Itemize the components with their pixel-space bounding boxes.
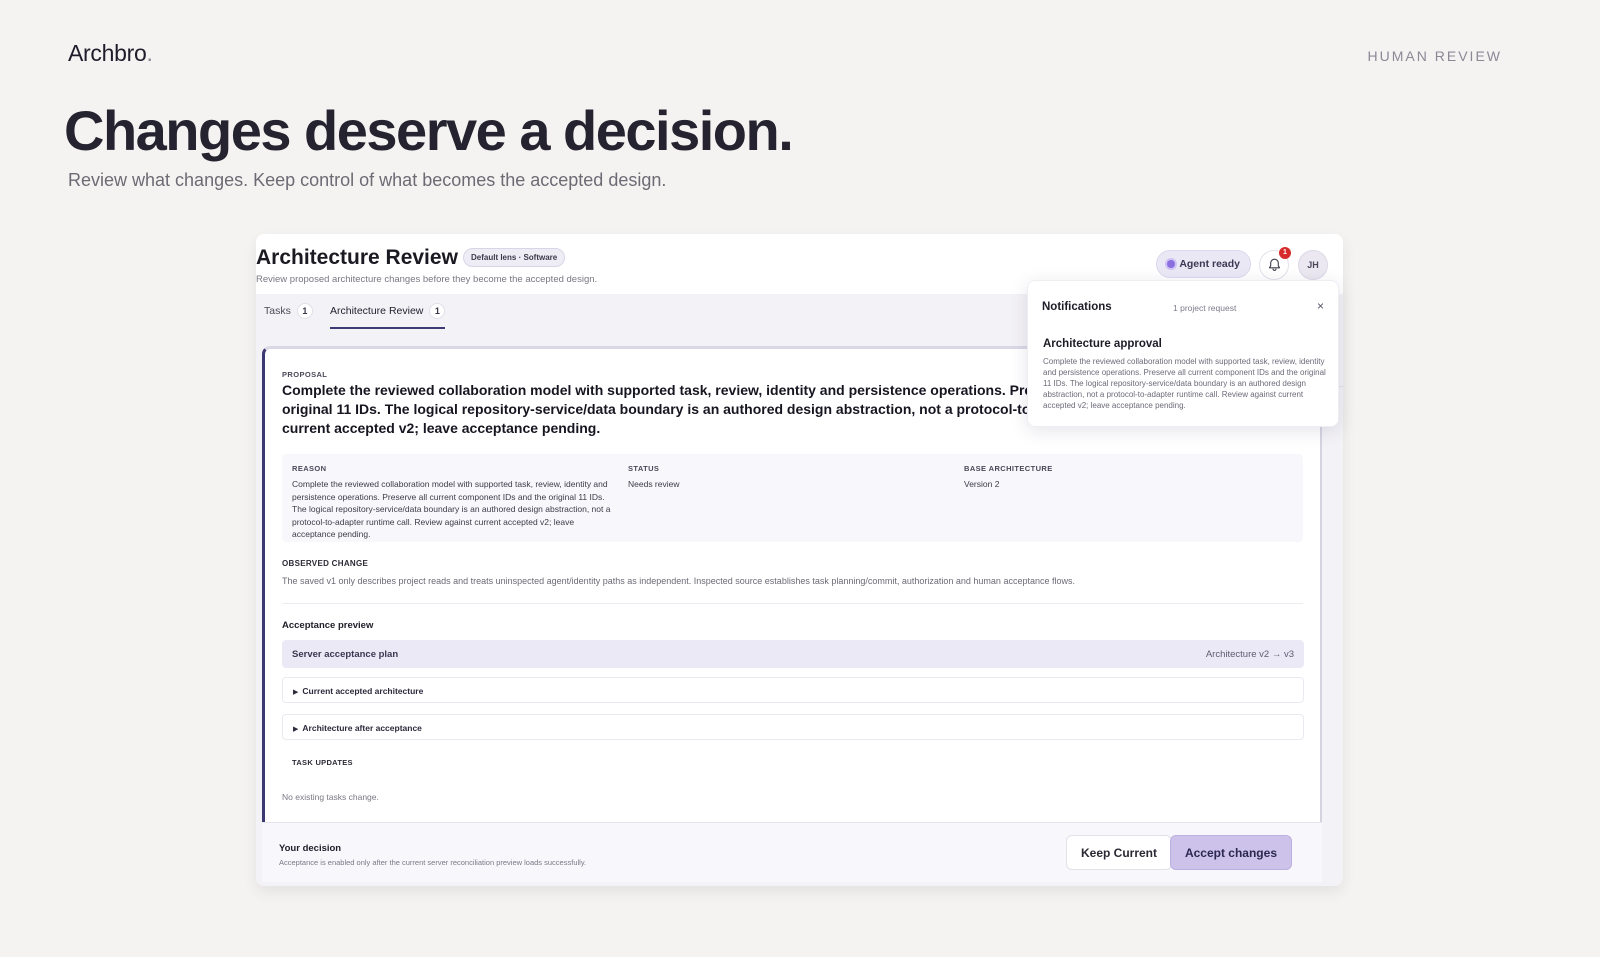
reason-label: REASON xyxy=(292,464,327,473)
notification-item-title[interactable]: Architecture approval xyxy=(1043,338,1162,350)
headline: Changes deserve a decision. xyxy=(64,99,794,162)
status-label: STATUS xyxy=(628,464,660,473)
brand-logo: Archbro. xyxy=(68,40,153,67)
status-value: Needs review xyxy=(628,479,680,489)
base-architecture-field: BASE ARCHITECTURE Version 2 xyxy=(964,464,1264,491)
page-subtitle: Review proposed architecture changes bef… xyxy=(256,274,598,285)
server-acceptance-plan: Server acceptance plan Architecture v2 →… xyxy=(282,640,1304,668)
notification-item-body: Complete the reviewed collaboration mode… xyxy=(1043,357,1326,410)
tab-label: Architecture Review xyxy=(330,305,424,317)
expander-label: Architecture after acceptance xyxy=(302,723,422,733)
close-icon[interactable]: × xyxy=(1317,300,1324,312)
proposal-label: PROPOSAL xyxy=(282,370,328,379)
lens-badge: Default lens · Software xyxy=(463,248,566,267)
page-title: Architecture Review xyxy=(256,246,458,269)
decision-title: Your decision xyxy=(279,843,342,854)
base-architecture-value: Version 2 xyxy=(964,479,1000,489)
acceptance-preview-title: Acceptance preview xyxy=(282,620,374,631)
tab-architecture-review[interactable]: Architecture Review 1 xyxy=(330,303,446,329)
reason-field: REASON Complete the reviewed collaborati… xyxy=(292,464,612,541)
observed-change-text: The saved v1 only describes project read… xyxy=(282,576,1075,586)
section-tag: HUMAN REVIEW xyxy=(1367,48,1502,64)
tab-count: 1 xyxy=(429,303,446,319)
keep-current-button[interactable]: Keep Current xyxy=(1065,835,1172,870)
decision-hint: Acceptance is enabled only after the cur… xyxy=(279,858,587,867)
status-field: STATUS Needs review xyxy=(628,464,928,491)
notification-count-badge: 1 xyxy=(1279,247,1291,259)
proposal-meta: REASON Complete the reviewed collaborati… xyxy=(282,454,1303,542)
agent-status-pill[interactable]: Agent ready xyxy=(1156,250,1251,278)
task-updates-label: TASK UPDATES xyxy=(292,758,353,767)
reason-value: Complete the reviewed collaboration mode… xyxy=(292,479,611,539)
avatar[interactable]: JH xyxy=(1298,250,1328,280)
caret-right-icon: ▶ xyxy=(293,726,299,733)
after-acceptance-expander[interactable]: ▶ Architecture after acceptance xyxy=(282,714,1304,740)
subhead: Review what changes. Keep control of wha… xyxy=(68,170,667,190)
base-architecture-label: BASE ARCHITECTURE xyxy=(964,464,1053,473)
expander-label: Current accepted architecture xyxy=(302,686,424,696)
tab-label: Tasks xyxy=(264,305,291,317)
brand-dot: . xyxy=(146,40,153,66)
brand-name: Archbro xyxy=(68,40,147,66)
notifications-title: Notifications xyxy=(1042,301,1112,313)
decision-bar: Your decision Acceptance is enabled only… xyxy=(262,822,1322,882)
notifications-count: 1 project request xyxy=(1173,303,1237,313)
plan-label: Server acceptance plan xyxy=(292,649,399,660)
notifications-popover: Notifications 1 project request × Archit… xyxy=(1027,280,1339,427)
no-tasks-text: No existing tasks change. xyxy=(282,792,379,802)
accept-changes-button[interactable]: Accept changes xyxy=(1169,835,1292,870)
divider xyxy=(282,603,1303,604)
bell-icon xyxy=(1268,258,1281,271)
plan-version: Architecture v2 → v3 xyxy=(1205,649,1294,660)
agent-status-label: Agent ready xyxy=(1179,258,1240,270)
tab-tasks[interactable]: Tasks 1 xyxy=(264,303,313,327)
caret-right-icon: ▶ xyxy=(293,689,299,696)
status-dot-icon xyxy=(1167,260,1176,268)
tab-count: 1 xyxy=(296,303,313,319)
current-architecture-expander[interactable]: ▶ Current accepted architecture xyxy=(282,677,1304,703)
observed-change-label: OBSERVED CHANGE xyxy=(282,559,369,568)
notifications-button[interactable]: 1 xyxy=(1259,247,1291,280)
